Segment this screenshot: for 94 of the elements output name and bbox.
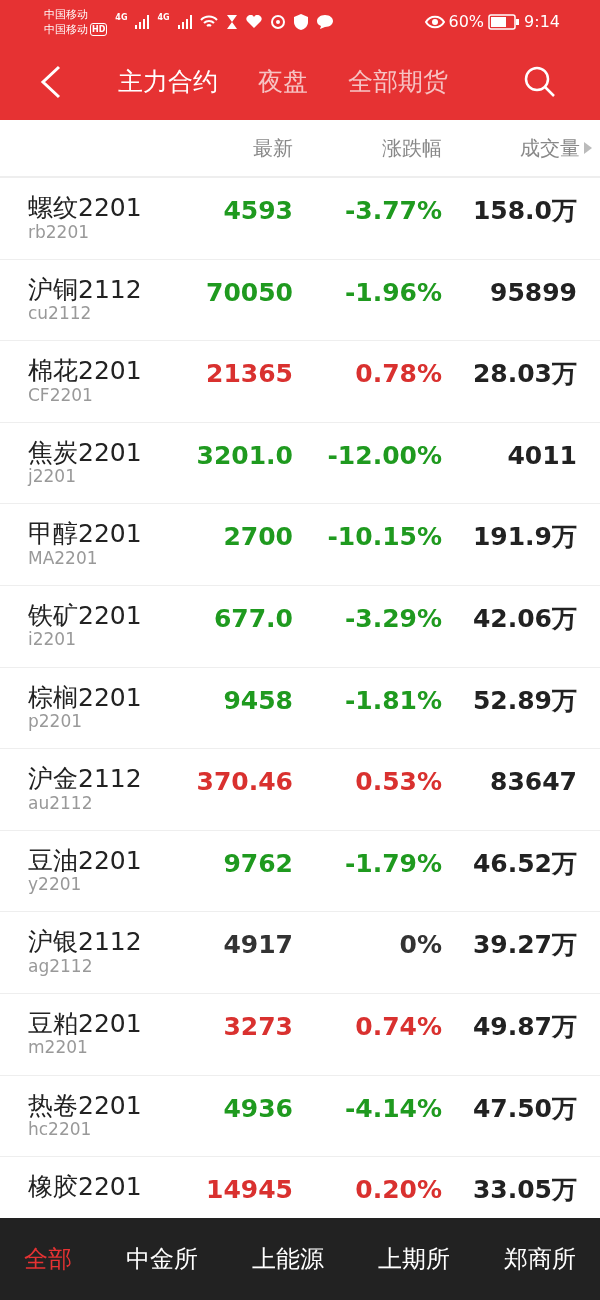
price-value: 370.46 <box>196 767 293 797</box>
price-value: 2700 <box>223 522 293 552</box>
contract-code: rb2201 <box>28 221 91 242</box>
contract-name: 沪银2112 <box>28 928 143 956</box>
hourglass-icon <box>225 14 238 30</box>
search-icon[interactable] <box>524 66 556 98</box>
price-value: 9762 <box>223 848 293 878</box>
signal-icon <box>135 15 150 29</box>
contract-name: 铁矿2201 <box>28 601 143 630</box>
contract-code: cu2112 <box>28 303 93 324</box>
heart-icon <box>245 15 262 29</box>
contract-code: i2201 <box>28 629 77 650</box>
column-header[interactable]: 成交量 <box>520 133 580 163</box>
price-value: 14945 <box>206 1175 293 1205</box>
contract-name: 热卷2201 <box>28 1091 143 1120</box>
change-value: -10.15% <box>327 522 442 552</box>
contract-name: 沪金2112 <box>28 765 143 793</box>
hd-badge: HD <box>90 23 108 37</box>
contract-name: 螺纹2201 <box>28 194 143 222</box>
volume-value: 49.87万 <box>472 1011 577 1041</box>
exchange-tab[interactable]: 郑商所 <box>504 1241 576 1277</box>
chat-icon <box>315 14 334 30</box>
volume-value: 158.0万 <box>472 196 577 225</box>
change-value: -1.79% <box>344 848 442 878</box>
contract-name: 沪铜2112 <box>28 275 143 304</box>
change-value: -3.29% <box>344 603 442 633</box>
contract-code: MA2201 <box>28 547 99 569</box>
exchange-tab[interactable]: 上能源 <box>252 1241 324 1277</box>
volume-value: 47.50万 <box>472 1093 577 1123</box>
volume-value: 191.9万 <box>472 522 577 552</box>
price-value: 21365 <box>206 359 293 389</box>
contract-name: 甲醇2201 <box>28 520 143 548</box>
contract-code: y2201 <box>28 874 83 895</box>
contract-name: 豆粕2201 <box>28 1009 143 1038</box>
column-header[interactable]: 最新 <box>173 133 293 163</box>
header-tab[interactable]: 主力合约 <box>118 63 218 101</box>
back-icon[interactable] <box>40 65 62 99</box>
contract-code: au2112 <box>28 792 94 814</box>
price-value: 3201.0 <box>196 440 293 470</box>
contract-code: ag2112 <box>28 955 94 977</box>
contract-code: CF2201 <box>28 384 94 406</box>
price-value: 9458 <box>223 685 293 715</box>
column-header[interactable]: 涨跌幅 <box>293 133 442 163</box>
change-value: -4.14% <box>344 1093 442 1123</box>
volume-value: 39.27万 <box>472 930 577 960</box>
change-value: -1.96% <box>344 277 442 307</box>
volume-value: 33.05万 <box>472 1175 577 1205</box>
price-value: 4593 <box>223 196 293 225</box>
contract-code: j2201 <box>28 466 77 487</box>
price-value: 3273 <box>223 1011 293 1041</box>
clock: 9:14 <box>524 11 560 33</box>
exchange-tab[interactable]: 上期所 <box>378 1241 450 1277</box>
exchange-tab[interactable]: 中金所 <box>126 1241 198 1277</box>
price-value: 70050 <box>206 277 293 307</box>
wifi-icon <box>199 15 218 29</box>
carrier-name: 中国移动 <box>44 22 88 38</box>
volume-value: 4011 <box>507 440 577 470</box>
battery-percent: 60% <box>448 11 485 33</box>
network-label: 4G <box>115 12 128 24</box>
contract-code: hc2201 <box>28 1119 93 1140</box>
price-value: 4917 <box>223 930 293 960</box>
contract-code: p2201 <box>28 711 84 732</box>
change-value: -12.00% <box>327 440 442 470</box>
volume-value: 28.03万 <box>472 359 577 389</box>
change-value: 0% <box>399 930 442 960</box>
contract-code: m2201 <box>28 1037 89 1058</box>
header-tab[interactable]: 夜盘 <box>258 63 308 101</box>
contract-name: 橡胶2201 <box>28 1173 143 1201</box>
eye-icon <box>424 15 445 29</box>
volume-value: 83647 <box>490 767 577 797</box>
battery-icon <box>488 14 521 30</box>
signal-icon <box>177 15 192 29</box>
contract-name: 豆油2201 <box>28 846 143 875</box>
change-value: 0.78% <box>355 359 442 389</box>
header-tab[interactable]: 全部期货 <box>348 63 448 101</box>
target-icon <box>269 14 286 30</box>
volume-value: 46.52万 <box>472 848 577 878</box>
contract-name: 焦炭2201 <box>28 438 143 467</box>
volume-value: 42.06万 <box>472 603 577 633</box>
change-value: 0.74% <box>355 1011 442 1041</box>
price-value: 677.0 <box>213 603 293 633</box>
volume-value: 52.89万 <box>472 685 577 715</box>
shield-icon <box>293 14 308 30</box>
change-value: -3.77% <box>344 196 442 225</box>
carrier-name: 中国移动 <box>44 6 89 22</box>
change-value: 0.53% <box>355 767 442 797</box>
volume-value: 95899 <box>490 277 577 307</box>
price-value: 4936 <box>223 1093 293 1123</box>
contract-name: 棕榈2201 <box>28 683 143 712</box>
change-value: 0.20% <box>355 1175 442 1205</box>
exchange-tab[interactable]: 全部 <box>24 1241 72 1277</box>
network-label: 4G <box>157 12 170 24</box>
contract-name: 棉花2201 <box>28 357 143 385</box>
change-value: -1.81% <box>344 685 442 715</box>
